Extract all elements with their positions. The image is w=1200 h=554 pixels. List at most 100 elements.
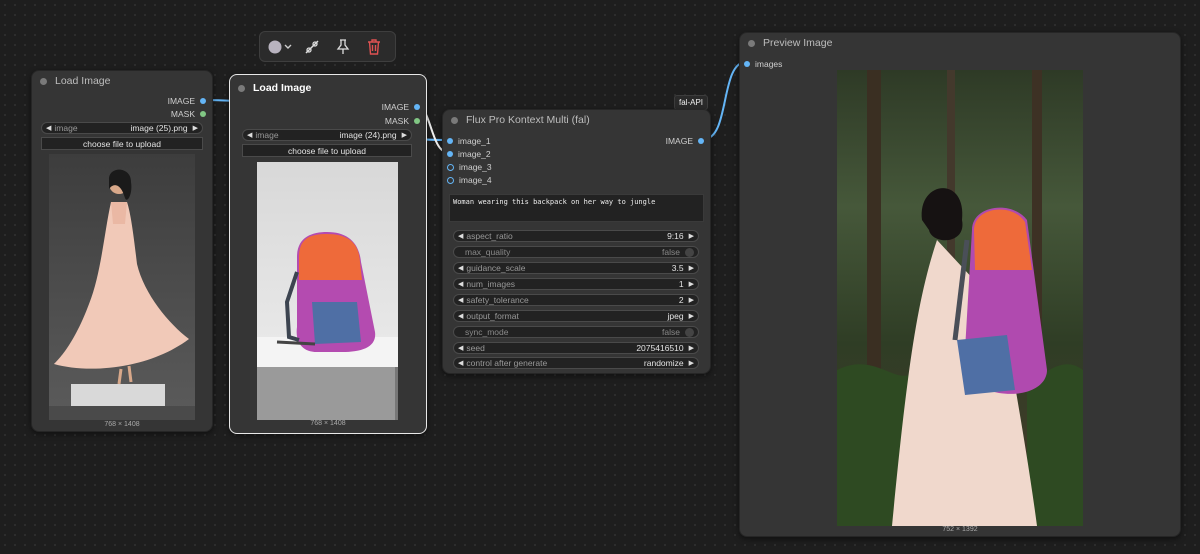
- collapse-dot-icon[interactable]: [748, 39, 755, 47]
- left-arrow-icon[interactable]: ◀: [458, 296, 463, 304]
- right-arrow-icon[interactable]: ▶: [402, 131, 407, 139]
- node-header[interactable]: Preview Image: [740, 33, 1180, 53]
- color-circle-icon: [268, 40, 292, 53]
- left-arrow-icon[interactable]: ◀: [458, 359, 463, 367]
- node-header[interactable]: Load Image: [230, 75, 426, 101]
- toggle-icon[interactable]: [685, 247, 694, 257]
- flux-pro-kontext-multi-node[interactable]: Flux Pro Kontext Multi (fal) image_1 ima…: [442, 109, 711, 374]
- widget-label: safety_tolerance: [466, 295, 529, 305]
- input-image-4[interactable]: image_4: [447, 175, 492, 185]
- widget-value: 3.5: [671, 263, 684, 273]
- output-mask[interactable]: MASK: [385, 116, 420, 126]
- jungle-woman-illustration: [837, 70, 1083, 526]
- input-socket[interactable]: [447, 151, 453, 157]
- preview-image-node[interactable]: Preview Image images 752 × 1392: [739, 32, 1181, 537]
- widget-num-images[interactable]: ◀ num_images 1 ▶: [453, 278, 699, 290]
- input-socket[interactable]: [447, 138, 453, 144]
- widget-label: control after generate: [466, 358, 548, 368]
- right-arrow-icon[interactable]: ▶: [689, 280, 694, 288]
- prompt-textarea[interactable]: Woman wearing this backpack on her way t…: [449, 194, 704, 222]
- right-arrow-icon[interactable]: ▶: [689, 264, 694, 272]
- generated-image-jungle: [837, 70, 1083, 526]
- right-arrow-icon[interactable]: ▶: [689, 296, 694, 304]
- widget-value: 1: [678, 279, 684, 289]
- input-socket[interactable]: [447, 163, 454, 171]
- output-image[interactable]: IMAGE: [382, 102, 420, 112]
- output-label: IMAGE: [381, 102, 409, 112]
- image-select-widget[interactable]: ◀ image image (25).png ▶: [41, 122, 203, 134]
- input-image-1[interactable]: image_1: [447, 136, 491, 146]
- widget-value: false: [662, 247, 680, 257]
- widget-max-quality[interactable]: max_quality false: [453, 246, 699, 258]
- mask-output-socket[interactable]: [200, 111, 206, 117]
- image-output-socket[interactable]: [698, 138, 704, 144]
- widget-aspect-ratio[interactable]: ◀ aspect_ratio 9:16 ▶: [453, 230, 699, 242]
- node-title: Flux Pro Kontext Multi (fal): [466, 114, 590, 126]
- right-arrow-icon[interactable]: ▶: [689, 344, 694, 352]
- output-image[interactable]: IMAGE: [666, 136, 704, 146]
- widget-value: jpeg: [667, 311, 684, 321]
- widget-label: aspect_ratio: [466, 231, 513, 241]
- load-image-node-2[interactable]: Load Image IMAGE MASK ◀ image image (24).…: [229, 74, 427, 434]
- input-image-2[interactable]: image_2: [447, 149, 491, 159]
- widget-output-format[interactable]: ◀ output_format jpeg ▶: [453, 310, 699, 322]
- mask-output-socket[interactable]: [414, 118, 420, 124]
- left-arrow-icon[interactable]: ◀: [46, 124, 51, 132]
- widget-value: randomize: [643, 358, 684, 368]
- toggle-icon[interactable]: [685, 327, 694, 337]
- trash-icon: [367, 38, 380, 55]
- widget-label: seed: [466, 343, 485, 353]
- widget-value: 9:16: [667, 231, 684, 241]
- collapse-dot-icon[interactable]: [451, 116, 458, 124]
- left-arrow-icon[interactable]: ◀: [458, 312, 463, 320]
- left-arrow-icon[interactable]: ◀: [458, 264, 463, 272]
- input-label: image_3: [459, 162, 492, 172]
- input-label: image_1: [458, 136, 491, 146]
- input-label: image_2: [458, 149, 491, 159]
- load-image-node-1[interactable]: Load Image IMAGE MASK ◀ image image (25).…: [31, 70, 213, 432]
- input-socket[interactable]: [744, 61, 750, 67]
- output-image[interactable]: IMAGE: [168, 96, 206, 106]
- widget-value: image (25).png: [130, 123, 188, 133]
- left-arrow-icon[interactable]: ◀: [458, 280, 463, 288]
- pin-button[interactable]: [328, 35, 359, 59]
- widget-label: guidance_scale: [466, 263, 526, 273]
- widget-safety-tolerance[interactable]: ◀ safety_tolerance 2 ▶: [453, 294, 699, 306]
- bypass-button[interactable]: [297, 35, 328, 59]
- image-output-socket[interactable]: [200, 98, 206, 104]
- left-arrow-icon[interactable]: ◀: [458, 344, 463, 352]
- left-arrow-icon[interactable]: ◀: [458, 232, 463, 240]
- woman-dress-illustration: [49, 169, 195, 420]
- widget-label: max_quality: [465, 247, 511, 257]
- pin-icon: [336, 38, 350, 54]
- image-select-widget[interactable]: ◀ image image (24).png ▶: [242, 129, 412, 141]
- right-arrow-icon[interactable]: ▶: [689, 359, 694, 367]
- widget-guidance-scale[interactable]: ◀ guidance_scale 3.5 ▶: [453, 262, 699, 274]
- color-picker-button[interactable]: [266, 35, 297, 59]
- right-arrow-icon[interactable]: ▶: [689, 312, 694, 320]
- image-output-socket[interactable]: [414, 104, 420, 110]
- right-arrow-icon[interactable]: ▶: [689, 232, 694, 240]
- widget-control-after-generate[interactable]: ◀ control after generate randomize ▶: [453, 357, 699, 369]
- widget-label: sync_mode: [465, 327, 509, 337]
- collapse-dot-icon[interactable]: [238, 84, 245, 92]
- upload-button[interactable]: choose file to upload: [242, 144, 412, 157]
- output-label: MASK: [170, 109, 195, 119]
- collapse-dot-icon[interactable]: [40, 77, 47, 85]
- delete-button[interactable]: [358, 35, 389, 59]
- node-header[interactable]: Load Image: [32, 71, 212, 91]
- widget-label: output_format: [466, 311, 519, 321]
- input-image-3[interactable]: image_3: [447, 162, 492, 172]
- upload-button[interactable]: choose file to upload: [41, 137, 203, 150]
- input-socket[interactable]: [447, 176, 454, 184]
- right-arrow-icon[interactable]: ▶: [193, 124, 198, 132]
- widget-sync-mode[interactable]: sync_mode false: [453, 326, 699, 338]
- widget-seed[interactable]: ◀ seed 2075416510 ▶: [453, 342, 699, 354]
- output-mask[interactable]: MASK: [171, 109, 206, 119]
- input-images[interactable]: images: [744, 59, 782, 69]
- image-dimensions: 768 × 1408: [104, 421, 140, 428]
- widget-label: num_images: [466, 279, 516, 289]
- image-dimensions: 768 × 1408: [310, 420, 346, 427]
- left-arrow-icon[interactable]: ◀: [247, 131, 252, 139]
- node-header[interactable]: Flux Pro Kontext Multi (fal): [443, 110, 710, 130]
